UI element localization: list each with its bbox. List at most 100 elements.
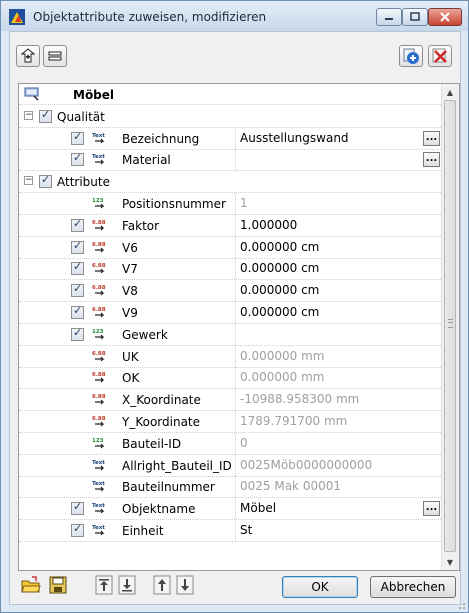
- row-checkbox[interactable]: ✓: [71, 522, 84, 537]
- attribute-value-text: -10988.958300 mm: [240, 392, 360, 407]
- vertical-scrollbar[interactable]: ▲ ▼: [441, 84, 459, 570]
- attribute-row[interactable]: 123 Positionsnummer 1: [19, 193, 443, 215]
- attribute-value[interactable]: Ausstellungswand...: [235, 127, 443, 149]
- decimal-type-icon: 6.88: [92, 394, 106, 405]
- save-button[interactable]: [47, 574, 69, 596]
- attribute-name: Bauteilnummer: [122, 480, 215, 495]
- attribute-value[interactable]: 0.000000 cm: [235, 236, 443, 258]
- ok-button[interactable]: OK: [282, 576, 358, 598]
- move-top-button[interactable]: [93, 574, 115, 596]
- delete-object-button[interactable]: [428, 45, 452, 67]
- attribute-row[interactable]: Text Allright_Bauteil_ID 0025Möb0000000000: [19, 454, 443, 477]
- minimize-button[interactable]: [376, 8, 402, 26]
- svg-text:Text: Text: [92, 481, 105, 487]
- attribute-value[interactable]: 0.000000 cm: [235, 302, 443, 323]
- title-bar[interactable]: Objektattribute zuweisen, modifizieren: [1, 1, 468, 31]
- decimal-type-icon: 6.88: [92, 307, 106, 318]
- attribute-name: Einheit: [122, 524, 164, 538]
- attribute-value-text: 1789.791700 mm: [240, 414, 348, 428]
- row-checkbox[interactable]: ✓: [39, 108, 52, 123]
- attribute-grid: Möbel − ✓ Qualität ✓ Text Bezeichnung Ausstellu…: [18, 83, 460, 571]
- move-bottom-button[interactable]: [116, 574, 138, 596]
- row-checkbox[interactable]: ✓: [71, 130, 84, 145]
- attribute-value[interactable]: 0.000000 cm: [235, 280, 443, 302]
- move-up-icon: [153, 575, 171, 595]
- row-checkbox[interactable]: ✓: [71, 239, 84, 254]
- group-row[interactable]: − ✓ Qualität: [19, 105, 443, 128]
- row-checkbox[interactable]: ✓: [71, 217, 84, 232]
- attribute-row[interactable]: ✓ Text Material...: [19, 149, 443, 172]
- attribute-value[interactable]: ...: [235, 149, 443, 171]
- attribute-value[interactable]: Möbel...: [235, 498, 443, 520]
- open-button[interactable]: [20, 574, 42, 596]
- attribute-row[interactable]: 6.88 Y_Koordinate 1789.791700 mm: [19, 411, 443, 433]
- browse-button[interactable]: ...: [423, 130, 440, 146]
- row-checkbox[interactable]: ✓: [71, 282, 84, 298]
- row-checkbox[interactable]: ✓: [39, 173, 52, 189]
- attribute-value[interactable]: [235, 323, 443, 345]
- decimal-type-icon: 6.88: [92, 242, 106, 253]
- attribute-row[interactable]: 123 Bauteil-ID 0: [19, 432, 443, 455]
- add-object-button[interactable]: [399, 45, 423, 67]
- attribute-name: Material: [122, 153, 171, 168]
- move-down-button[interactable]: [174, 574, 196, 596]
- attribute-value-text: 0025 Mak 00001: [240, 479, 341, 494]
- svg-text:123: 123: [92, 438, 104, 444]
- expand-collapse-icon[interactable]: −: [24, 110, 33, 120]
- attribute-row[interactable]: ✓ 6.88 Faktor 1.000000: [19, 214, 443, 237]
- svg-text:6.88: 6.88: [92, 307, 106, 313]
- group-row[interactable]: − ✓ Attribute: [19, 171, 443, 194]
- attribute-row[interactable]: 6.88 UK 0.000000 mm: [19, 345, 443, 368]
- attribute-row[interactable]: ✓ Text Einheit St: [19, 520, 443, 542]
- text-type-icon: Text: [92, 154, 105, 165]
- attribute-row[interactable]: ✓ Text Objektname Möbel...: [19, 498, 443, 521]
- attribute-value: 1789.791700 mm: [235, 411, 443, 432]
- attribute-value-text: 0.000000 mm: [240, 348, 325, 363]
- minimize-icon: [385, 18, 393, 20]
- svg-text:123: 123: [92, 329, 104, 335]
- attribute-value[interactable]: 0.000000 cm: [235, 258, 443, 280]
- browse-button[interactable]: ...: [423, 152, 440, 168]
- svg-text:6.88: 6.88: [92, 351, 106, 357]
- attribute-row[interactable]: 6.88 X_Koordinate -10988.958300 mm: [19, 389, 443, 412]
- attribute-value-text: 0.000000 cm: [240, 283, 320, 298]
- attribute-row[interactable]: ✓ 6.88 V9 0.000000 cm: [19, 302, 443, 324]
- maximize-button[interactable]: [402, 8, 428, 26]
- attribute-value[interactable]: St: [235, 520, 443, 541]
- attribute-name: OK: [122, 371, 140, 386]
- move-bottom-icon: [118, 575, 136, 595]
- text-type-icon: Text: [92, 481, 105, 492]
- attribute-row[interactable]: ✓ 6.88 V6 0.000000 cm: [19, 236, 443, 259]
- attribute-value: 0025 Mak 00001: [235, 476, 443, 498]
- attribute-row[interactable]: Text Bauteilnummer 0025 Mak 00001: [19, 476, 443, 499]
- attribute-name: Bauteil-ID: [122, 436, 182, 451]
- row-checkbox[interactable]: ✓: [71, 500, 84, 516]
- integer-type-icon: 123: [92, 198, 105, 209]
- row-checkbox[interactable]: ✓: [71, 304, 84, 319]
- attribute-row[interactable]: ✓ 6.88 V8 0.000000 cm: [19, 280, 443, 303]
- add-attribute-button[interactable]: [16, 45, 40, 67]
- attribute-name: Faktor: [122, 218, 160, 233]
- attribute-value[interactable]: 1.000000: [235, 214, 443, 236]
- integer-type-icon: 123: [92, 438, 105, 449]
- browse-button[interactable]: ...: [423, 501, 440, 517]
- save-icon: [49, 576, 67, 594]
- attribute-list-button[interactable]: [43, 45, 67, 67]
- attribute-row[interactable]: 6.88 OK 0.000000 mm: [19, 367, 443, 390]
- attribute-row[interactable]: ✓ 123 Gewerk: [19, 323, 443, 346]
- cancel-button[interactable]: Abbrechen: [370, 576, 456, 598]
- row-checkbox[interactable]: ✓: [71, 151, 84, 167]
- scroll-down-icon[interactable]: ▼: [442, 554, 458, 570]
- row-checkbox[interactable]: ✓: [71, 260, 84, 276]
- move-up-button[interactable]: [151, 574, 173, 596]
- attribute-row[interactable]: ✓ Text Bezeichnung Ausstellungswand...: [19, 127, 443, 150]
- attribute-value-text: 0.000000 cm: [240, 261, 320, 276]
- attribute-row[interactable]: ✓ 6.88 V7 0.000000 cm: [19, 258, 443, 281]
- expand-collapse-icon[interactable]: −: [24, 176, 33, 186]
- close-button[interactable]: [428, 8, 462, 26]
- resize-grip-icon[interactable]: [456, 600, 466, 610]
- scroll-thumb[interactable]: [444, 100, 456, 552]
- row-checkbox[interactable]: ✓: [71, 326, 84, 341]
- scroll-up-icon[interactable]: ▲: [442, 84, 458, 100]
- object-name-header: Möbel: [73, 88, 115, 102]
